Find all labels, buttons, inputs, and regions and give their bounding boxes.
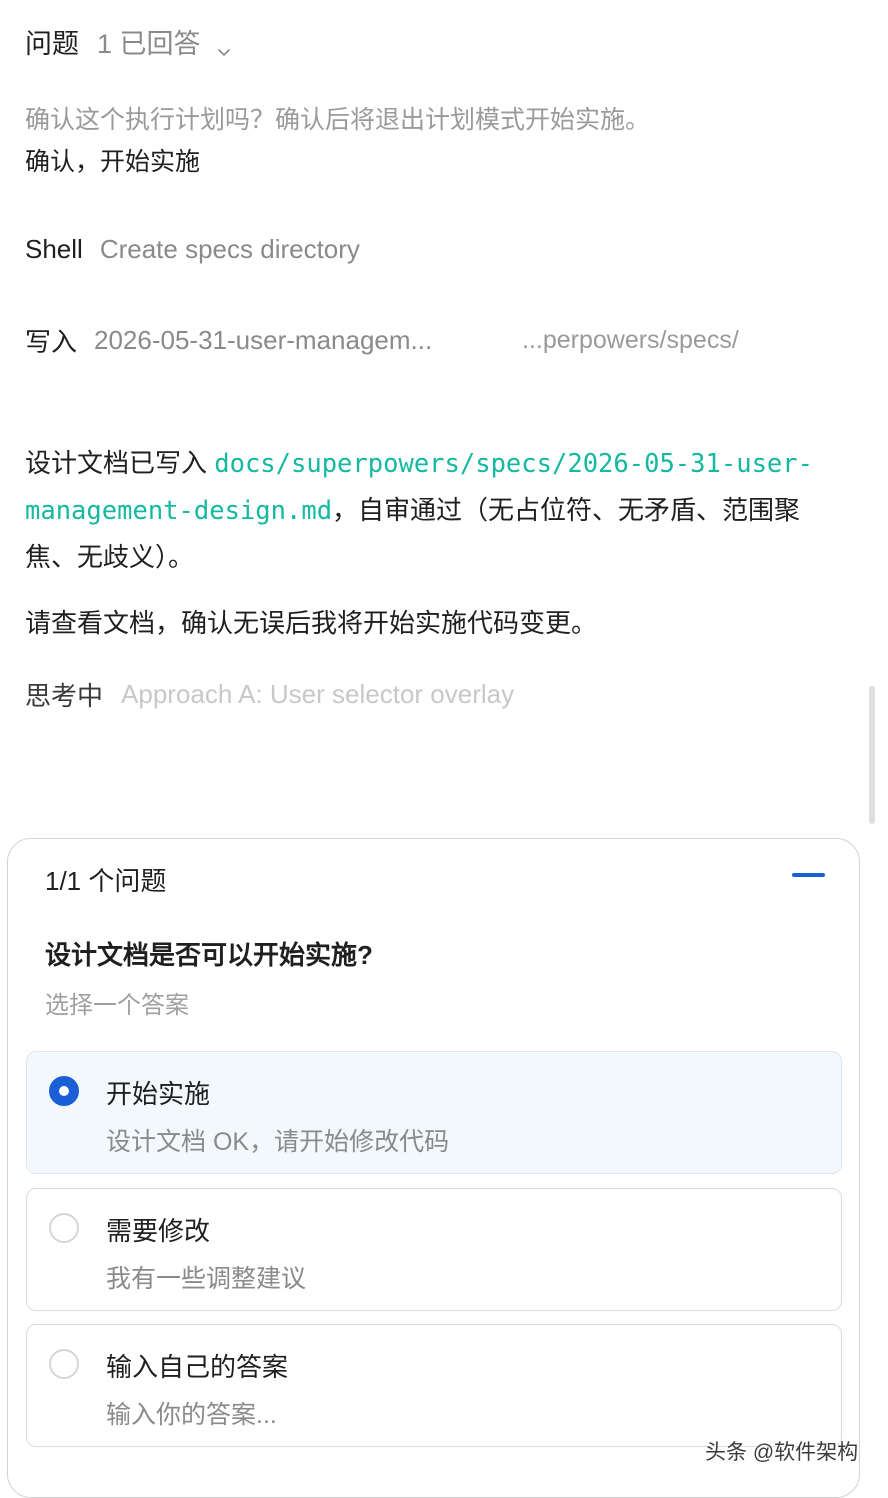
write-tool-label: 写入 <box>25 327 78 357</box>
shell-step-description: Create specs directory <box>99 234 360 264</box>
write-step-path: ...perpowers/specs/ <box>522 326 739 354</box>
watermark: 头条 @软件架构 <box>705 1441 859 1464</box>
thinking-text: Approach A: User selector overlay <box>121 679 515 709</box>
option-custom-answer[interactable]: 输入自己的答案 输入你的答案... <box>26 1324 842 1447</box>
thinking-label: 思考中 <box>25 681 104 711</box>
write-step-filename: 2026-05-31-user-managem... <box>94 325 433 355</box>
question-summary-label: 问题 <box>25 29 79 59</box>
question-answer: 确认，开始实施 <box>25 148 201 176</box>
message-text: 设计文档已写入 <box>25 448 215 478</box>
assistant-message-line2: 请查看文档，确认无误后我将开始实施代码变更。 <box>25 608 598 638</box>
question-panel: 1/1 个问题 设计文档是否可以开始实施? 选择一个答案 开始实施 设计文档 O… <box>7 838 860 1498</box>
option-start-implementation[interactable]: 开始实施 设计文档 OK，请开始修改代码 <box>26 1051 842 1174</box>
scrollbar[interactable] <box>869 686 875 824</box>
option-label: 输入自己的答案 <box>106 1352 289 1382</box>
question-text: 设计文档是否可以开始实施? <box>45 940 373 970</box>
radio-unselected-icon[interactable] <box>49 1349 79 1379</box>
assistant-message: 设计文档已写入 docs/superpowers/specs/2026-05-3… <box>25 440 825 580</box>
question-hint: 选择一个答案 <box>45 992 189 1019</box>
shell-step[interactable]: Shell Create specs directory <box>25 234 360 265</box>
question-prompt: 确认这个执行计划吗？确认后将退出计划模式开始实施。 <box>25 106 651 134</box>
question-counter: 1/1 个问题 <box>45 866 167 896</box>
question-summary[interactable]: 问题 1 已回答 <box>25 22 231 61</box>
chevron-down-icon[interactable] <box>217 35 231 56</box>
shell-tool-label: Shell <box>25 234 83 264</box>
minimize-icon[interactable] <box>792 873 825 877</box>
custom-answer-input[interactable]: 输入你的答案... <box>106 1395 277 1431</box>
thinking-status[interactable]: 思考中 Approach A: User selector overlay <box>25 676 514 713</box>
option-needs-changes[interactable]: 需要修改 我有一些调整建议 <box>26 1188 842 1311</box>
option-description: 设计文档 OK，请开始修改代码 <box>106 1128 450 1156</box>
radio-unselected-icon[interactable] <box>49 1213 79 1243</box>
option-label: 需要修改 <box>106 1216 211 1246</box>
radio-selected-icon[interactable] <box>49 1076 79 1106</box>
write-step[interactable]: 写入 2026-05-31-user-managem... ...perpowe… <box>25 322 865 359</box>
answered-count: 1 已回答 <box>97 29 201 59</box>
option-label: 开始实施 <box>106 1079 211 1109</box>
option-description: 我有一些调整建议 <box>106 1265 307 1293</box>
